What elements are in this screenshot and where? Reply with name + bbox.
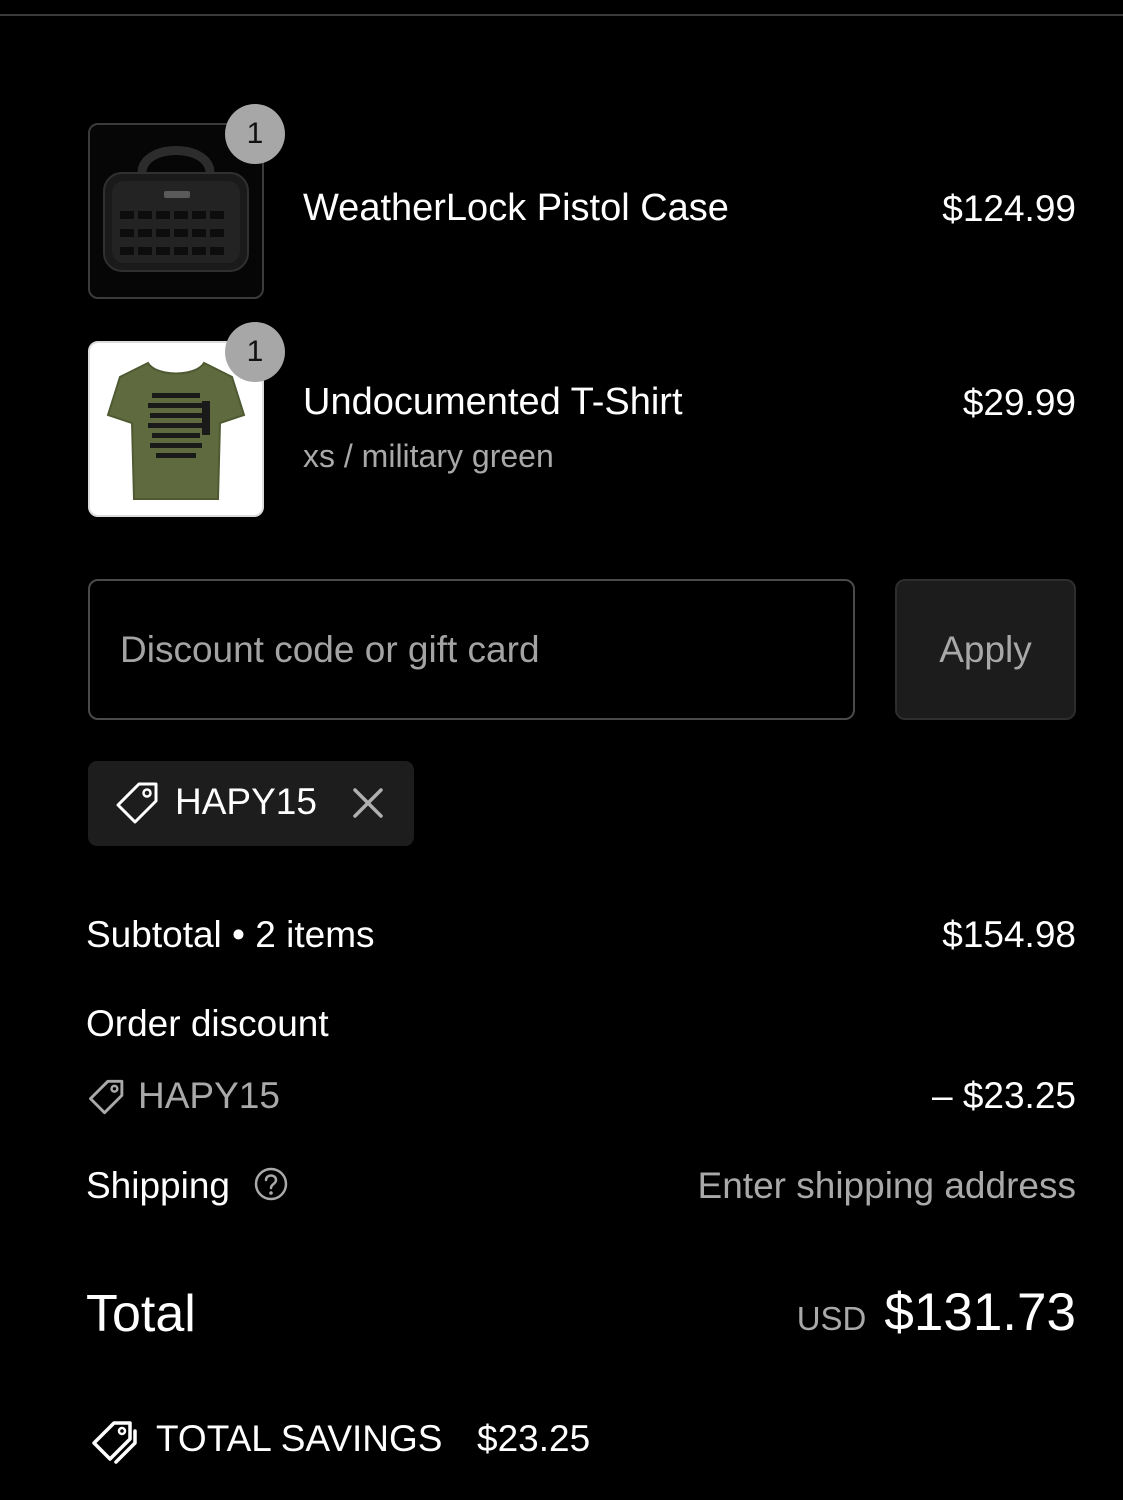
top-divider: [0, 14, 1123, 16]
apply-button[interactable]: Apply: [895, 579, 1076, 720]
help-icon[interactable]: [253, 1166, 289, 1202]
shipping-label: Shipping: [86, 1165, 231, 1206]
tags-icon: [92, 1421, 137, 1464]
product-name: Undocumented T-Shirt: [303, 381, 683, 423]
product-price: $124.99: [942, 188, 1076, 229]
discount-code-input[interactable]: [88, 579, 855, 720]
order-discount-code: HAPY15: [138, 1075, 280, 1116]
applied-discount-code: HAPY15: [175, 781, 317, 822]
total-value: $131.73: [884, 1283, 1076, 1342]
total-savings-label: TOTAL SAVINGS: [156, 1418, 443, 1459]
close-icon[interactable]: [350, 785, 386, 821]
currency-code: USD: [796, 1300, 867, 1337]
product-variant: xs / military green: [303, 438, 554, 474]
shipping-value: Enter shipping address: [697, 1165, 1076, 1206]
product-name: WeatherLock Pistol Case: [303, 187, 729, 229]
applied-discount-chip: HAPY15: [88, 761, 414, 846]
total-label: Total: [86, 1285, 196, 1343]
product-price: $29.99: [962, 382, 1076, 423]
total-amount-group: USD $131.73: [797, 1282, 1076, 1343]
line-item: 1 WeatherLock Pistol Case $124.99: [88, 104, 1076, 301]
quantity-badge: 1: [225, 104, 285, 164]
subtotal-label: Subtotal • 2 items: [86, 914, 375, 955]
tag-icon: [89, 1079, 124, 1115]
total-savings-value: $23.25: [477, 1418, 591, 1459]
line-item: 1 Undocumented T-Shirt xs / military gre…: [88, 322, 1076, 519]
subtotal-value: $154.98: [942, 914, 1076, 955]
tag-icon: [116, 782, 158, 824]
quantity-badge: 1: [225, 322, 285, 382]
order-discount-value: – $23.25: [931, 1075, 1076, 1116]
order-discount-label: Order discount: [86, 1003, 329, 1044]
